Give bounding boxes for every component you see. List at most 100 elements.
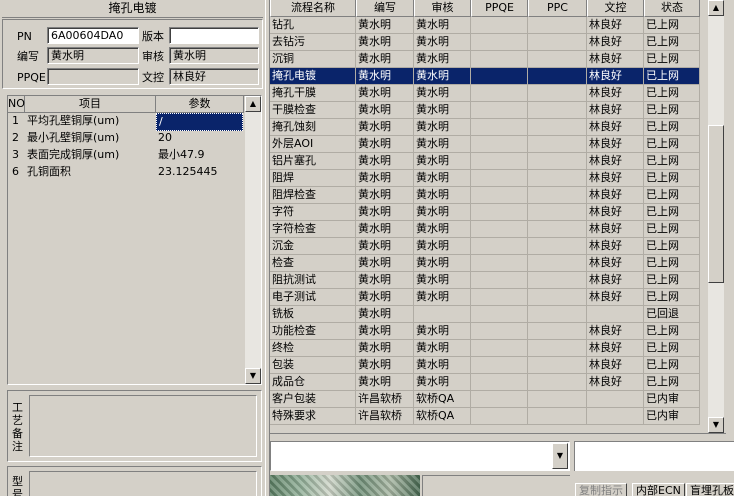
flow-row[interactable]: 包装 黄水明 黄水明 林良好 已上网: [270, 357, 700, 374]
flow-header-process[interactable]: 流程名称: [270, 0, 356, 17]
preview-panel: [422, 475, 570, 496]
flow-header-doc-control[interactable]: 文控: [587, 0, 644, 17]
flow-grid[interactable]: 流程名称 编写 审核 PPQE PPC 文控 状态 钻孔 黄水明 黄水明 林良好 已上网…: [270, 0, 726, 434]
flow-row[interactable]: 检查 黄水明 黄水明 林良好 已上网: [270, 255, 700, 272]
flow-cell-reviewer: 黄水明: [414, 255, 471, 272]
param-row[interactable]: 6 孔铜面积 23.125445: [8, 164, 244, 181]
chevron-down-icon[interactable]: ▼: [552, 443, 568, 469]
scroll-up-icon[interactable]: ▲: [245, 96, 261, 112]
buried-hole-button[interactable]: 盲埋孔板: [686, 483, 734, 496]
flow-cell-author: 黄水明: [356, 272, 414, 289]
flow-row[interactable]: 电子测试 黄水明 黄水明 林良好 已上网: [270, 289, 700, 306]
flow-row[interactable]: 掩孔干膜 黄水明 黄水明 林良好 已上网: [270, 85, 700, 102]
flow-cell-status: 已上网: [644, 272, 700, 289]
note-field[interactable]: [574, 441, 734, 471]
flow-cell-ppqe: [471, 238, 528, 255]
param-row[interactable]: 1 平均孔壁铜厚(um) /: [8, 113, 244, 131]
flow-row-selected[interactable]: 掩孔电镀 黄水明 黄水明 林良好 已上网: [270, 68, 700, 85]
version-field[interactable]: [169, 27, 259, 44]
model-label: 型号: [12, 475, 23, 496]
flow-cell-author: 黄水明: [356, 68, 414, 85]
param-grid[interactable]: NO 项目 参数 1 平均孔壁铜厚(um) / 2 最小孔壁铜厚(um) 20 …: [7, 95, 262, 385]
model-textarea[interactable]: [29, 471, 257, 496]
flow-cell-doc-control: 林良好: [587, 68, 644, 85]
flow-cell-reviewer: 黄水明: [414, 136, 471, 153]
remarks-box: 工艺备注: [7, 390, 262, 462]
flow-cell-ppc: [528, 255, 587, 272]
flow-cell-status: 已上网: [644, 85, 700, 102]
flow-cell-ppqe: [471, 17, 528, 34]
flow-cell-ppqe: [471, 272, 528, 289]
flow-cell-doc-control: 林良好: [587, 119, 644, 136]
flow-cell-reviewer: 黄水明: [414, 68, 471, 85]
param-header-no[interactable]: NO: [8, 96, 25, 113]
param-row-value[interactable]: 20: [158, 130, 172, 146]
flow-row[interactable]: 铝片塞孔 黄水明 黄水明 林良好 已上网: [270, 153, 700, 170]
flow-row[interactable]: 字符检查 黄水明 黄水明 林良好 已上网: [270, 221, 700, 238]
param-header-item[interactable]: 项目: [25, 96, 156, 113]
param-row-value-editing[interactable]: /: [156, 113, 243, 131]
pn-label: PN: [17, 30, 32, 43]
copy-instruction-button[interactable]: 复制指示: [575, 483, 627, 496]
flow-row[interactable]: 沉铜 黄水明 黄水明 林良好 已上网: [270, 51, 700, 68]
flow-cell-reviewer: 黄水明: [414, 153, 471, 170]
flow-cell-process: 阻抗测试: [270, 272, 356, 289]
flow-cell-author: 黄水明: [356, 51, 414, 68]
remarks-textarea[interactable]: [29, 395, 257, 457]
flow-row[interactable]: 去钻污 黄水明 黄水明 林良好 已上网: [270, 34, 700, 51]
flow-row[interactable]: 阻焊 黄水明 黄水明 林良好 已上网: [270, 170, 700, 187]
flow-cell-ppc: [528, 340, 587, 357]
internal-ecn-button[interactable]: 内部ECN: [632, 483, 685, 496]
reviewer-field[interactable]: 黄水明: [169, 47, 259, 64]
flow-row[interactable]: 字符 黄水明 黄水明 林良好 已上网: [270, 204, 700, 221]
flow-cell-status: 已内审: [644, 391, 700, 408]
flow-cell-process: 铝片塞孔: [270, 153, 356, 170]
flow-cell-process: 外层AOI: [270, 136, 356, 153]
flow-row[interactable]: 钻孔 黄水明 黄水明 林良好 已上网: [270, 17, 700, 34]
flow-cell-doc-control: 林良好: [587, 187, 644, 204]
flow-row[interactable]: 功能检查 黄水明 黄水明 林良好 已上网: [270, 323, 700, 340]
flow-cell-doc-control: [587, 306, 644, 323]
flow-row[interactable]: 掩孔蚀刻 黄水明 黄水明 林良好 已上网: [270, 119, 700, 136]
flow-cell-ppqe: [471, 136, 528, 153]
flow-row[interactable]: 干膜检查 黄水明 黄水明 林良好 已上网: [270, 102, 700, 119]
doc-control-field[interactable]: 林良好: [169, 68, 259, 85]
scroll-up-icon[interactable]: ▲: [708, 0, 724, 16]
scroll-thumb[interactable]: [708, 125, 724, 283]
param-row[interactable]: 3 表面完成铜厚(um) 最小47.9: [8, 147, 244, 164]
param-row[interactable]: 2 最小孔壁铜厚(um) 20: [8, 130, 244, 147]
flow-row[interactable]: 阻焊检查 黄水明 黄水明 林良好 已上网: [270, 187, 700, 204]
ecn-combo[interactable]: ▼: [270, 441, 570, 471]
flow-cell-reviewer: 黄水明: [414, 85, 471, 102]
flow-row[interactable]: 阻抗测试 黄水明 黄水明 林良好 已上网: [270, 272, 700, 289]
flow-header-ppqe[interactable]: PPQE: [471, 0, 528, 17]
param-header-param[interactable]: 参数: [156, 96, 244, 113]
param-row-no: 1: [12, 114, 19, 127]
scroll-down-icon[interactable]: ▼: [245, 368, 261, 384]
param-row-value[interactable]: 最小47.9: [158, 147, 205, 163]
flow-row[interactable]: 外层AOI 黄水明 黄水明 林良好 已上网: [270, 136, 700, 153]
flow-row[interactable]: 沉金 黄水明 黄水明 林良好 已上网: [270, 238, 700, 255]
flow-grid-scrollbar[interactable]: ▲ ▼: [708, 0, 724, 433]
flow-row[interactable]: 成品仓 黄水明 黄水明 林良好 已上网: [270, 374, 700, 391]
flow-cell-doc-control: 林良好: [587, 51, 644, 68]
flow-header-author[interactable]: 编写: [356, 0, 414, 17]
flow-row[interactable]: 特殊要求 许昌软桥 软桥QA 已内审: [270, 408, 700, 425]
flow-header-reviewer[interactable]: 审核: [414, 0, 471, 17]
pn-field[interactable]: 6A00604DA0: [47, 27, 139, 44]
param-grid-scrollbar[interactable]: ▲ ▼: [245, 96, 261, 384]
param-row-value[interactable]: 23.125445: [158, 164, 218, 180]
scroll-down-icon[interactable]: ▼: [708, 417, 724, 433]
flow-cell-status: 已上网: [644, 221, 700, 238]
flow-header-status[interactable]: 状态: [644, 0, 700, 17]
flow-row[interactable]: 客户包装 许昌软桥 软桥QA 已内审: [270, 391, 700, 408]
author-field[interactable]: 黄水明: [47, 47, 139, 64]
ppqe-field[interactable]: [47, 68, 139, 85]
flow-cell-reviewer: 黄水明: [414, 204, 471, 221]
flow-row[interactable]: 终检 黄水明 黄水明 林良好 已上网: [270, 340, 700, 357]
flow-header-ppc[interactable]: PPC: [528, 0, 587, 17]
flow-cell-author: 黄水明: [356, 187, 414, 204]
flow-cell-reviewer: 软桥QA: [414, 408, 471, 425]
flow-cell-status: 已上网: [644, 170, 700, 187]
flow-row[interactable]: 铣板 黄水明 已回退: [270, 306, 700, 323]
